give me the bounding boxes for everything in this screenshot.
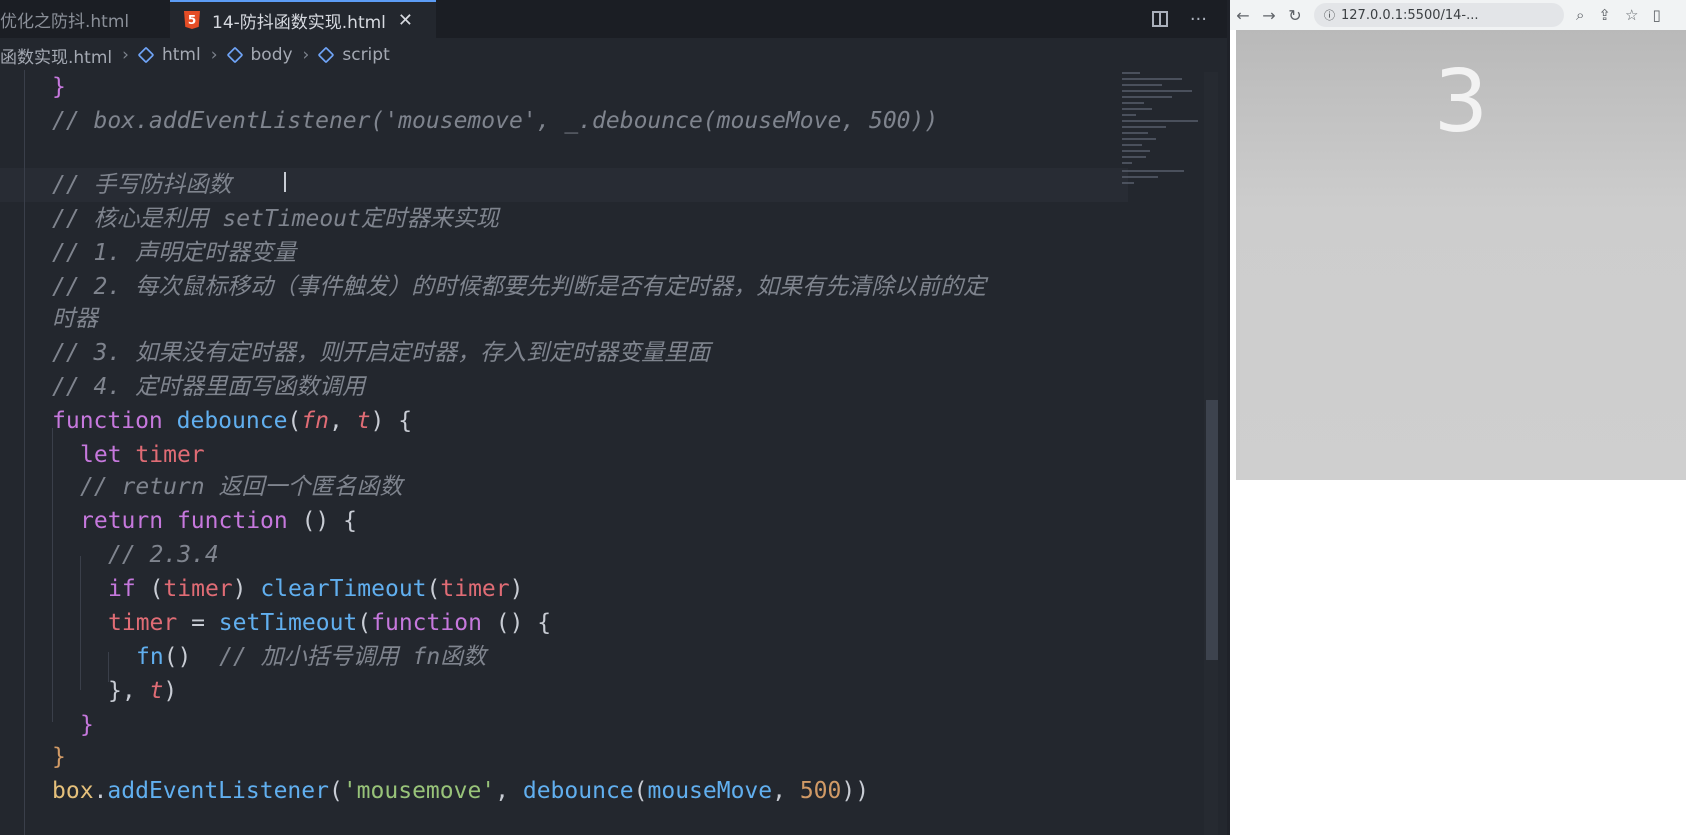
reload-icon[interactable]: ↻ [1282, 6, 1308, 25]
code-line: function debounce(fn, t) { [52, 408, 413, 434]
code-area[interactable]: } // box.addEventListener('mousemove', _… [0, 70, 1227, 835]
code-line: if (timer) clearTimeout(timer) [108, 576, 524, 602]
indent-guide [52, 428, 53, 722]
symbol-cube-icon [317, 46, 335, 64]
code-line: box.addEventListener('mousemove', deboun… [52, 778, 870, 804]
box-element[interactable]: 3 [1236, 30, 1686, 480]
code-line: // return 返回一个匿名函数 [80, 474, 403, 500]
indent-guide [24, 70, 25, 835]
breadcrumb-script[interactable]: script [317, 45, 390, 65]
scrollbar-thumb[interactable] [1206, 400, 1218, 660]
code-line: // 2. 每次鼠标移动（事件触发）的时候都要先判断是否有定时器，如果有先清除以… [52, 274, 987, 300]
chevron-right-icon: › [210, 45, 218, 65]
code-editor: 优化之防抖.html 5 14-防抖函数实现.html ✕ ··· 函数实现.h… [0, 0, 1227, 835]
code-line: 时器 [52, 306, 98, 332]
code-line: return function () { [80, 508, 357, 534]
code-line: // 1. 声明定时器变量 [52, 240, 297, 266]
tab-label: 14-防抖函数实现.html [212, 12, 386, 33]
forward-icon[interactable]: → [1256, 6, 1282, 25]
minimap[interactable] [1122, 70, 1204, 190]
code-line: } [80, 712, 94, 738]
code-line: timer = setTimeout(function () { [108, 610, 552, 636]
split-editor-icon[interactable] [1151, 11, 1168, 27]
more-actions-icon[interactable]: ··· [1190, 9, 1207, 30]
code-line: // 手写防抖函数 [52, 172, 232, 198]
code-line: }, t) [108, 678, 178, 704]
chevron-right-icon: › [122, 45, 129, 65]
breadcrumb-html[interactable]: html [137, 45, 201, 65]
code-line: // 4. 定时器里面写函数调用 [52, 374, 366, 400]
code-line: // 3. 如果没有定时器，则开启定时器，存入到定时器变量里面 [52, 340, 711, 366]
bookmark-star-icon[interactable]: ☆ [1625, 6, 1638, 24]
browser-preview: ← → ↻ ⓘ 127.0.0.1:5500/14-... ⌕ ⇪ ☆ ▯ 3 [1230, 0, 1686, 835]
code-line: } [52, 744, 66, 770]
mouse-cursor-icon [284, 172, 286, 192]
editor-tab-bar: 优化之防抖.html 5 14-防抖函数实现.html ✕ ··· [0, 0, 1227, 38]
back-icon[interactable]: ← [1230, 6, 1256, 25]
tab-label: 优化之防抖.html [0, 11, 130, 32]
breadcrumb-body[interactable]: body [226, 45, 293, 65]
breadcrumb: 函数实现.html › html › body › script [0, 38, 1227, 72]
indent-guide [80, 556, 81, 690]
zoom-icon[interactable]: ⌕ [1576, 6, 1584, 24]
code-line: fn() // 加小括号调用 fn函数 [136, 644, 487, 670]
info-icon[interactable]: ⓘ [1324, 7, 1335, 23]
code-line: let timer [80, 442, 205, 468]
editor-actions: ··· [1151, 0, 1207, 38]
address-bar[interactable]: ⓘ 127.0.0.1:5500/14-... [1314, 3, 1564, 27]
code-line: // 2.3.4 [108, 542, 219, 568]
breadcrumb-file[interactable]: 函数实现.html [0, 43, 112, 68]
code-line: // box.addEventListener('mousemove', _.d… [52, 108, 939, 134]
code-line: // 核心是利用 setTimeout定时器来实现 [52, 206, 499, 232]
browser-toolbar: ← → ↻ ⓘ 127.0.0.1:5500/14-... ⌕ ⇪ ☆ ▯ [1230, 0, 1686, 30]
share-icon[interactable]: ⇪ [1598, 6, 1611, 24]
chevron-right-icon: › [302, 45, 310, 65]
url-text: 127.0.0.1:5500/14-... [1341, 7, 1479, 23]
browser-actions: ⌕ ⇪ ☆ ▯ [1576, 6, 1661, 24]
counter-value: 3 [1433, 52, 1489, 152]
tab-debounce-impl[interactable]: 5 14-防抖函数实现.html ✕ [170, 0, 436, 38]
code-line: } [52, 74, 66, 100]
sidebar-icon[interactable]: ▯ [1652, 6, 1660, 24]
close-icon[interactable]: ✕ [398, 10, 413, 31]
html5-icon: 5 [184, 11, 200, 29]
symbol-cube-icon [137, 46, 155, 64]
tab-optimize-debounce[interactable]: 优化之防抖.html [0, 0, 158, 38]
symbol-cube-icon [226, 46, 243, 64]
